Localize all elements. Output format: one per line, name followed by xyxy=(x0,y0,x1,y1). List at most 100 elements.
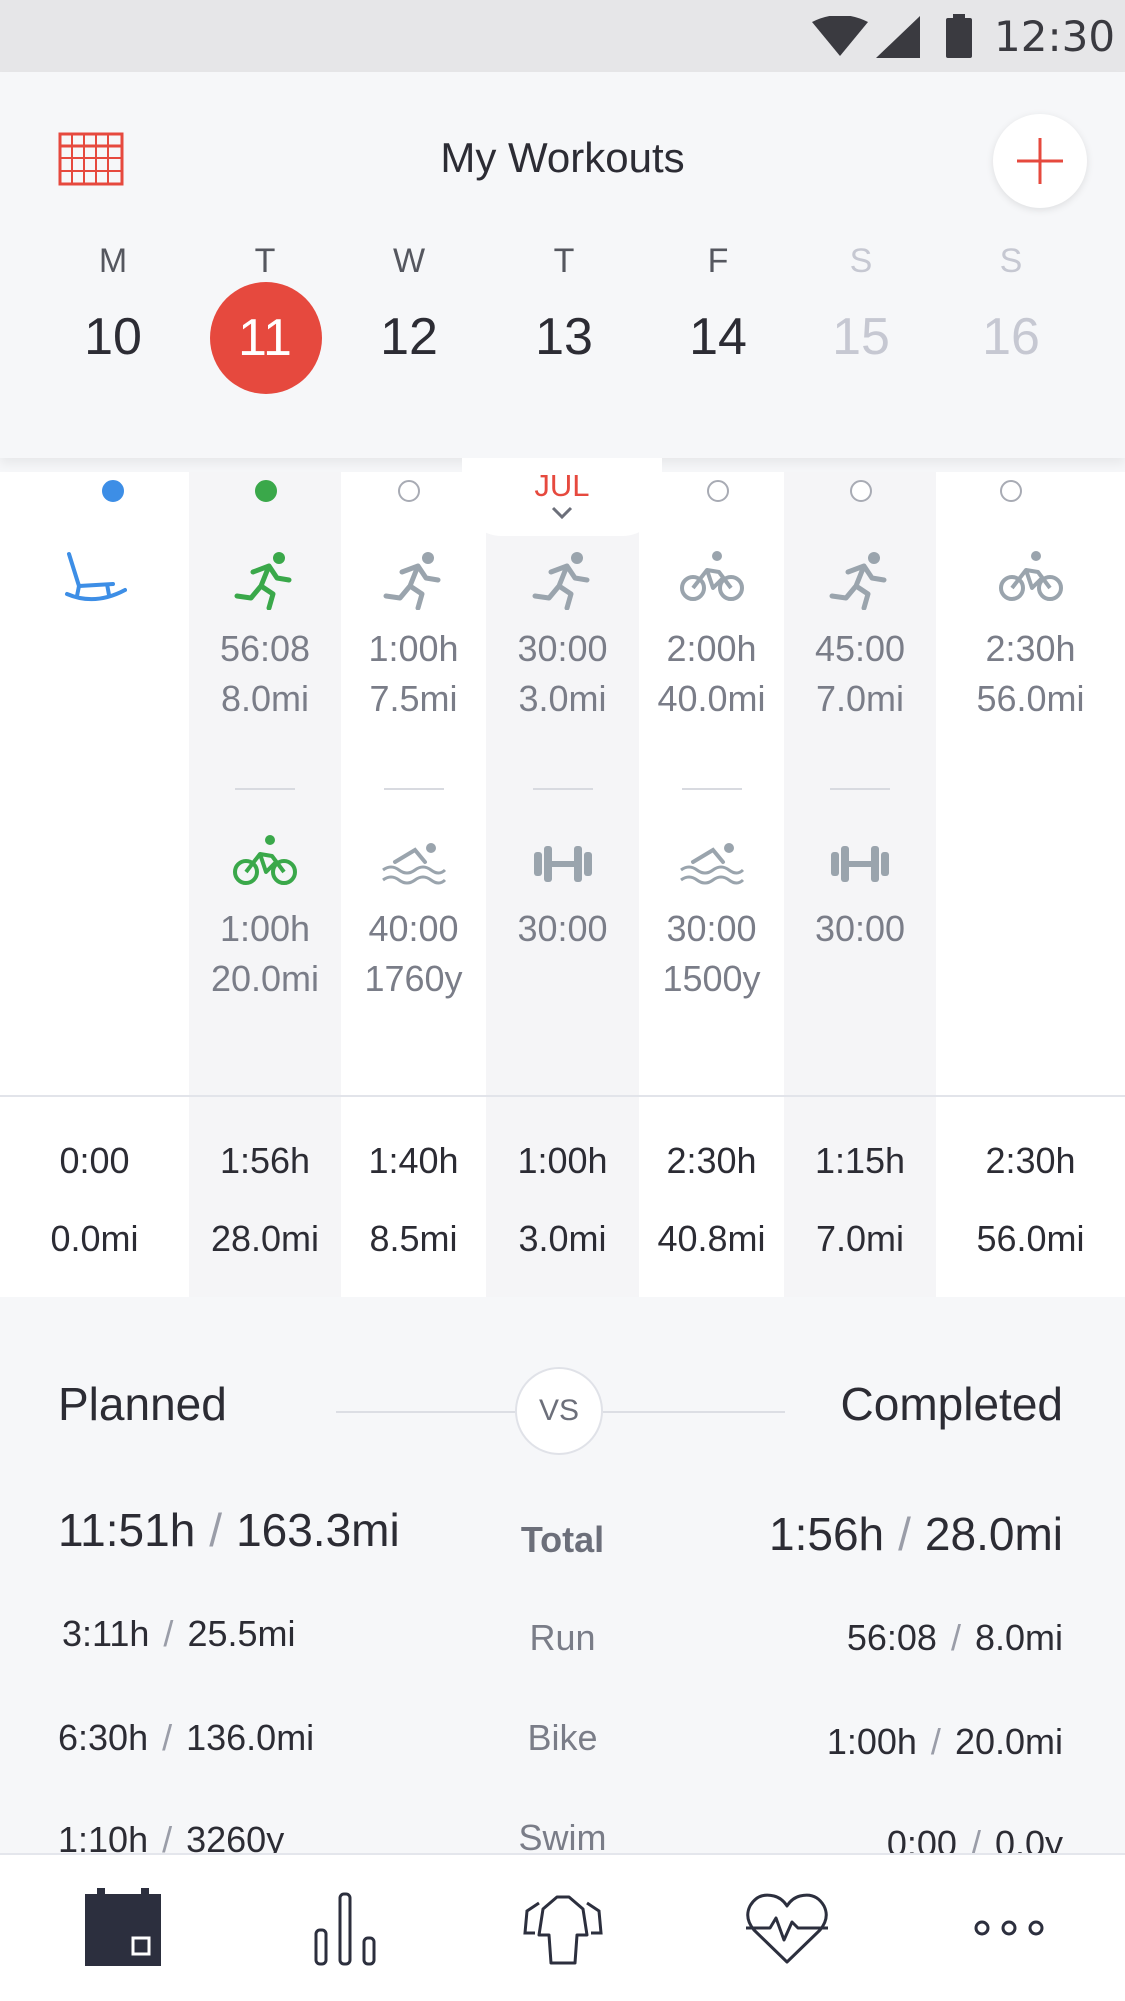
workout-bike-completed[interactable]: 1:00h 20.0mi xyxy=(189,834,341,1004)
workout-bike-planned[interactable]: 2:00h 40.0mi xyxy=(639,550,784,724)
workout-distance: 56.0mi xyxy=(976,678,1085,719)
week-header: My Workouts M 10 T 11 W 12 T 13 F 14 S 1… xyxy=(0,72,1125,502)
completed-time: 0:00 xyxy=(886,1823,957,1853)
day-number: 14 xyxy=(689,308,747,366)
day-status-dot xyxy=(850,480,872,502)
day-tuesday-today[interactable]: T 11 xyxy=(190,242,340,502)
workout-time: 30:00 xyxy=(814,908,906,949)
day-total-distance: 8.5mi xyxy=(369,1218,458,1259)
chevron-down-icon xyxy=(551,506,573,520)
day-letter: F xyxy=(707,242,729,280)
swim-icon xyxy=(381,843,446,885)
day-column-saturday: 45:00 7.0mi 30:00 1:15h 7.0mi xyxy=(784,472,936,1297)
workout-time: 56:08 xyxy=(219,628,311,669)
day-letter: T xyxy=(553,242,575,280)
day-column-tuesday: 56:08 8.0mi 1:00h 20.0mi 1:56h 28.0mi xyxy=(189,472,341,1297)
workout-run-planned[interactable]: 30:00 3.0mi xyxy=(486,550,639,724)
rest-day[interactable] xyxy=(0,550,189,602)
completed-time: 1:56h xyxy=(769,1508,885,1560)
day-wednesday[interactable]: W 12 xyxy=(334,242,484,502)
day-total-time: 1:40h xyxy=(368,1140,459,1181)
day-total-time: 0:00 xyxy=(59,1140,130,1181)
totals-divider xyxy=(0,1095,1125,1097)
workout-time: 30:00 xyxy=(666,908,757,949)
day-saturday[interactable]: S 15 xyxy=(786,242,936,502)
signal-icon xyxy=(876,16,920,58)
completed-distance: 28.0mi xyxy=(924,1508,1063,1560)
workout-distance: 7.0mi xyxy=(815,678,905,719)
day-friday[interactable]: F 14 xyxy=(643,242,793,502)
day-total-tuesday: 1:56h 28.0mi xyxy=(189,1122,341,1278)
workout-time: 1:00h xyxy=(368,628,459,669)
workout-distance: 40.0mi xyxy=(657,678,766,719)
run-icon xyxy=(532,552,589,610)
workout-divider xyxy=(383,788,444,790)
day-total-time: 1:15h xyxy=(814,1140,906,1181)
workout-strength-planned[interactable]: 30:00 xyxy=(784,842,936,954)
workout-divider xyxy=(235,788,295,790)
day-column-friday: 2:00h 40.0mi 30:00 1500y 2:30h 40.8mi xyxy=(639,472,784,1297)
month-selector[interactable]: JUL xyxy=(462,458,662,536)
completed-time: 1:00h xyxy=(826,1721,917,1762)
workout-time: 30:00 xyxy=(517,628,608,669)
status-time: 12:30 xyxy=(994,12,1116,61)
day-total-distance: 28.0mi xyxy=(210,1218,320,1259)
completed-distance: 20.0mi xyxy=(954,1721,1063,1762)
nav-stats[interactable] xyxy=(300,1883,390,1973)
bike-icon xyxy=(233,835,297,885)
separator: / xyxy=(930,1721,941,1762)
workout-bike-planned[interactable]: 2:30h 56.0mi xyxy=(936,550,1125,724)
day-total-distance: 3.0mi xyxy=(518,1218,607,1259)
day-status-dot xyxy=(398,480,420,502)
workout-distance: 1760y xyxy=(364,958,463,999)
nav-more[interactable] xyxy=(964,1883,1054,1973)
day-column-wednesday: 1:00h 7.5mi 40:00 1760y 1:40h 8.5mi xyxy=(341,472,486,1297)
day-total-time: 2:30h xyxy=(985,1140,1076,1181)
day-sunday[interactable]: S 16 xyxy=(936,242,1086,502)
workout-swim-planned[interactable]: 40:00 1760y xyxy=(341,842,486,1004)
day-total-sunday: 2:30h 56.0mi xyxy=(936,1122,1125,1278)
workout-strength-planned[interactable]: 30:00 xyxy=(486,842,639,954)
battery-icon xyxy=(946,14,972,58)
workout-run-completed[interactable]: 56:08 8.0mi xyxy=(189,550,341,724)
day-status-dot xyxy=(1000,480,1022,502)
day-total-saturday: 1:15h 7.0mi xyxy=(784,1122,936,1278)
run-icon xyxy=(234,552,292,610)
completed-time: 56:08 xyxy=(846,1617,937,1658)
calendar-icon xyxy=(85,1888,161,1966)
nav-health[interactable] xyxy=(742,1883,832,1973)
vs-divider-right xyxy=(603,1411,785,1413)
day-total-distance: 0.0mi xyxy=(50,1218,139,1259)
workout-distance: 3.0mi xyxy=(518,678,607,719)
day-letter: M xyxy=(98,242,128,280)
bar-chart-icon xyxy=(314,1892,376,1966)
run-icon xyxy=(829,552,887,610)
vs-divider-left xyxy=(336,1411,516,1413)
workout-time: 1:00h xyxy=(219,908,311,949)
swim-icon xyxy=(679,843,744,885)
nav-calendar[interactable] xyxy=(78,1883,168,1973)
day-total-friday: 2:30h 40.8mi xyxy=(639,1122,784,1278)
workout-run-planned[interactable]: 1:00h 7.5mi xyxy=(341,550,486,724)
workout-swim-planned[interactable]: 30:00 1500y xyxy=(639,842,784,1004)
day-number: 11 xyxy=(238,309,292,367)
separator: / xyxy=(950,1617,961,1658)
dumbbell-icon xyxy=(533,846,592,882)
day-thursday[interactable]: T 13 xyxy=(489,242,639,502)
workout-distance: 20.0mi xyxy=(210,958,320,999)
nav-community[interactable] xyxy=(518,1883,608,1973)
page-title: My Workouts xyxy=(440,134,685,181)
workout-time: 40:00 xyxy=(368,908,459,949)
bike-icon xyxy=(679,551,744,601)
workout-run-planned[interactable]: 45:00 7.0mi xyxy=(784,550,936,724)
workout-time: 30:00 xyxy=(517,908,608,949)
workout-divider xyxy=(532,788,593,790)
day-letter: S xyxy=(999,242,1023,280)
workout-distance: 8.0mi xyxy=(220,678,310,719)
completed-run: 56:08 / 8.0mi xyxy=(847,1617,1063,1659)
day-monday[interactable]: M 10 xyxy=(38,242,188,502)
day-letter: S xyxy=(849,242,873,280)
workout-distance: 7.5mi xyxy=(369,678,458,719)
add-workout-button[interactable] xyxy=(993,114,1087,208)
completed-bike: 1:00h / 20.0mi xyxy=(827,1721,1063,1763)
